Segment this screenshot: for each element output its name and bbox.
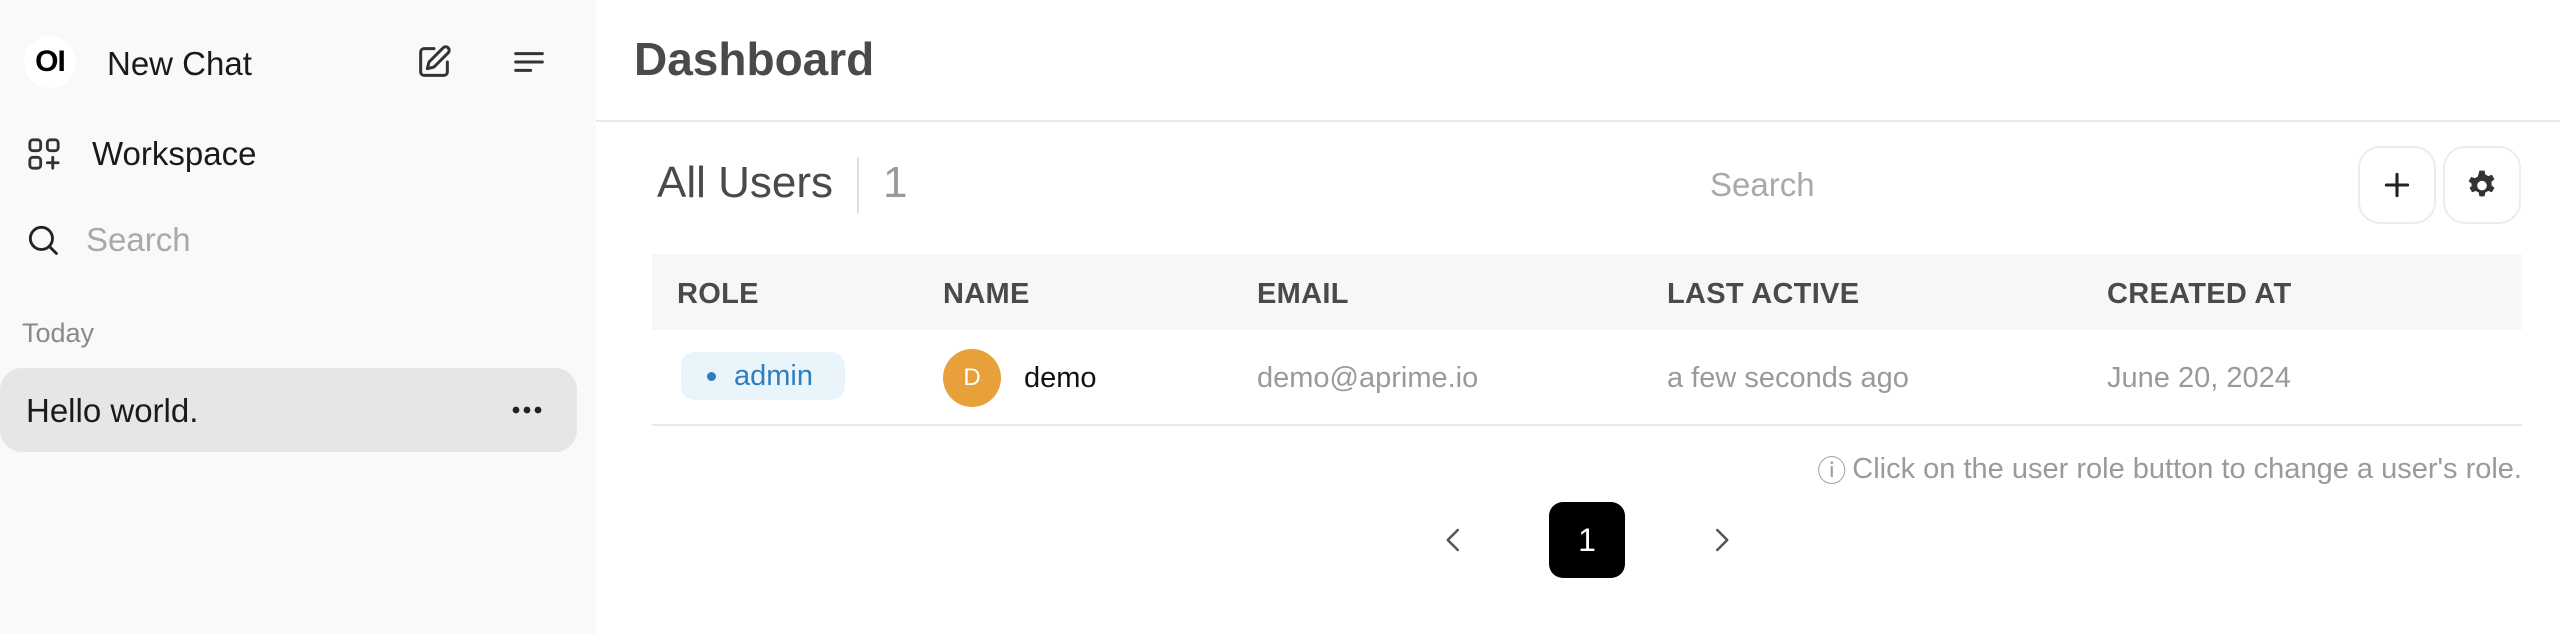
column-header-last-active[interactable]: LAST ACTIVE [1667, 278, 1859, 311]
column-header-name[interactable]: NAME [943, 278, 1030, 311]
gear-icon [2468, 170, 2495, 197]
app-logo[interactable]: OI [24, 36, 76, 88]
workspace-link[interactable]: Workspace [24, 126, 564, 182]
menu-icon [514, 52, 544, 72]
column-header-role[interactable]: ROLE [677, 278, 759, 311]
header-divider [596, 120, 2560, 122]
settings-button[interactable] [2443, 146, 2521, 224]
heading-divider [857, 157, 859, 213]
chevron-right-icon [1716, 528, 1729, 552]
search-icon [28, 225, 58, 255]
column-header-created-at[interactable]: CREATED AT [2107, 278, 2292, 311]
sidebar: OI New Chat Workspace Search Today Hello… [0, 0, 596, 634]
table-header: ROLE NAME EMAIL LAST ACTIVE CREATED AT [652, 254, 2522, 330]
table-row: admin D demo demo@aprime.io a few second… [652, 330, 2522, 426]
chat-more-button[interactable] [507, 390, 547, 430]
sidebar-header: OI New Chat [0, 28, 596, 98]
users-heading: All Users [657, 158, 834, 207]
sidebar-search[interactable]: Search [24, 212, 564, 268]
main-content: Dashboard All Users 1 ROLE NAME EMAIL LA… [596, 0, 2560, 634]
user-last-active: a few seconds ago [1667, 362, 1909, 394]
chat-section-label: Today [22, 318, 95, 348]
users-table: ROLE NAME EMAIL LAST ACTIVE CREATED AT a… [652, 254, 2522, 426]
chevron-left-icon [1446, 528, 1459, 552]
sidebar-search-placeholder: Search [86, 221, 191, 258]
chat-item-title: Hello world. [26, 392, 199, 429]
pagination: 1 [596, 502, 2560, 578]
new-chat-link[interactable]: New Chat [107, 45, 252, 83]
users-search-input[interactable] [1710, 160, 2110, 210]
role-badge-button[interactable]: admin [681, 352, 845, 400]
more-horizontal-icon [512, 406, 542, 414]
user-email: demo@aprime.io [1257, 362, 1479, 394]
grid-plus-icon [28, 138, 60, 170]
user-count: 1 [883, 158, 908, 207]
role-dot [707, 371, 716, 381]
sidebar-toggle-button[interactable] [501, 34, 557, 90]
plus-icon [2384, 172, 2410, 198]
workspace-label: Workspace [92, 135, 257, 172]
user-created-at: June 20, 2024 [2107, 362, 2291, 394]
info-icon: ⓘ [1817, 456, 1847, 488]
compose-button[interactable] [406, 34, 462, 90]
compose-icon [419, 45, 451, 77]
role-hint-text: Click on the user role button to change … [1852, 452, 2522, 485]
previous-page-button[interactable] [1432, 518, 1476, 562]
next-page-button[interactable] [1699, 518, 1743, 562]
column-header-email[interactable]: EMAIL [1257, 278, 1349, 311]
user-name: demo [1024, 362, 1097, 394]
role-label: admin [734, 359, 813, 392]
role-hint: ⓘ Click on the user role button to chang… [1817, 448, 2522, 490]
avatar: D [943, 349, 1001, 407]
page-button-current[interactable]: 1 [1549, 502, 1625, 578]
add-user-button[interactable] [2358, 146, 2436, 224]
page-title: Dashboard [634, 33, 875, 85]
chat-item[interactable]: Hello world. [0, 368, 577, 452]
